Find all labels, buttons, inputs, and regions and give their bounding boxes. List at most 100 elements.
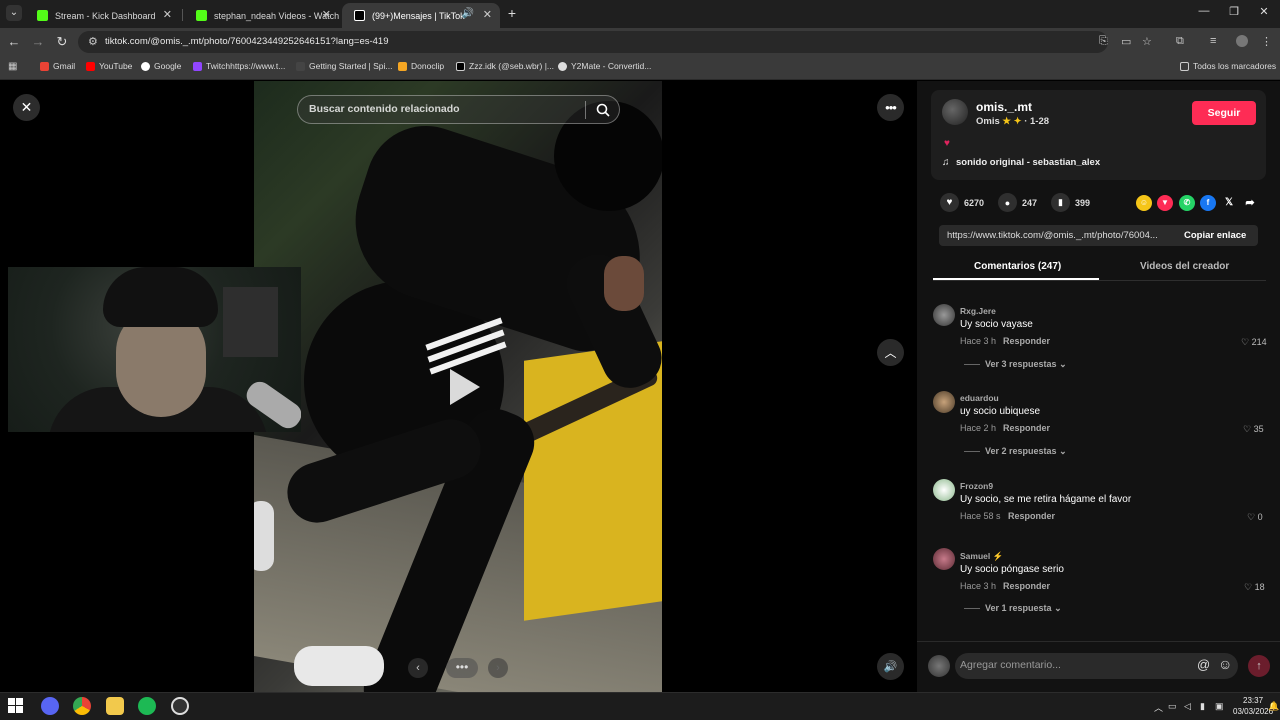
close-icon[interactable]: ✕ [483, 8, 492, 21]
close-icon[interactable]: ✕ [163, 8, 172, 21]
comment-avatar[interactable] [933, 304, 955, 326]
volume-button[interactable]: 🔊 [877, 653, 904, 680]
reload-icon[interactable]: ↻ [54, 34, 70, 50]
extensions-icon[interactable]: ⧉ [1176, 35, 1184, 48]
search-icon[interactable] [595, 102, 611, 118]
tab-stephan-videos[interactable]: stephan_ndeah Videos - Watch ✕ [184, 3, 339, 28]
sound-link[interactable]: sonido original - sebastian_alex [956, 157, 1100, 168]
comment-like-button[interactable]: ♡ 0 [1247, 512, 1263, 523]
x-icon[interactable]: 𝕏 [1221, 195, 1237, 211]
bookmark-spicetify[interactable]: Getting Started | Spi... [296, 61, 392, 71]
bookmark-star-icon[interactable]: ☆ [1142, 35, 1152, 48]
new-tab-icon[interactable]: + [504, 5, 520, 21]
back-icon[interactable]: ← [6, 34, 22, 49]
view-replies-button[interactable]: Ver 3 respuestas ⌄ [985, 359, 1067, 370]
view-replies-button[interactable]: Ver 2 respuestas ⌄ [985, 446, 1067, 457]
network-icon[interactable]: ▭ [1168, 701, 1177, 712]
view-replies-label: Ver 1 respuesta [985, 603, 1052, 613]
spotify-icon[interactable] [138, 697, 156, 715]
play-icon[interactable] [440, 365, 484, 409]
related-search-input[interactable]: Buscar contenido relacionado [297, 95, 620, 124]
copy-link-button[interactable]: Copiar enlace [1184, 230, 1246, 241]
comment-avatar[interactable] [933, 548, 955, 570]
bookmark-y2mate[interactable]: Y2Mate - Convertid... [558, 61, 651, 71]
comment-button[interactable]: ● [998, 193, 1017, 212]
profile-avatar[interactable] [1236, 35, 1248, 47]
obs-icon[interactable] [171, 697, 189, 715]
cast-icon[interactable]: ▭ [1121, 35, 1131, 48]
tab-creator-videos[interactable]: Videos del creador [1140, 261, 1229, 272]
media-control-icon[interactable]: ≡ [1210, 35, 1216, 47]
send-share-icon[interactable]: ▼ [1157, 195, 1173, 211]
comment-avatar[interactable] [933, 391, 955, 413]
view-replies-label: Ver 3 respuestas [985, 359, 1057, 369]
translate-icon[interactable]: ⎘ [1099, 35, 1108, 48]
comment-username[interactable]: Frozon9 [960, 481, 993, 491]
window-close-icon[interactable]: ✕ [1256, 5, 1272, 18]
carousel-prev-button[interactable]: ‹ [408, 658, 428, 678]
webcam-overlay [8, 267, 301, 432]
more-options-button[interactable]: ••• [877, 94, 904, 121]
comment-username[interactable]: Rxg.Jere [960, 306, 996, 316]
chrome-icon[interactable] [73, 697, 91, 715]
comment-like-button[interactable]: ♡ 18 [1244, 582, 1265, 593]
send-comment-button[interactable]: ↑ [1248, 655, 1270, 677]
reply-button[interactable]: Responder [1003, 336, 1050, 346]
post-link-text[interactable]: https://www.tiktok.com/@omis._.mt/photo/… [947, 230, 1158, 241]
file-explorer-icon[interactable] [106, 697, 124, 715]
previous-post-button[interactable]: ︿ [877, 339, 904, 366]
reply-button[interactable]: Responder [1003, 581, 1050, 591]
carousel-next-button[interactable]: › [488, 658, 508, 678]
bookmark-gmail[interactable]: Gmail [40, 61, 75, 71]
bookmark-label: Getting Started | Spi... [309, 61, 393, 71]
tray-chevron-up-icon[interactable]: ︿ [1154, 701, 1163, 714]
tab-tiktok-messages[interactable]: (99+)Mensajes | TikTok 🔊 ✕ [342, 3, 500, 28]
audio-playing-icon[interactable]: 🔊 [462, 8, 474, 19]
comment-username[interactable]: Samuel ⚡ [960, 551, 1003, 562]
restore-icon[interactable]: ❐ [1226, 5, 1242, 18]
bookmark-youtube[interactable]: YouTube [86, 61, 132, 71]
clock-time[interactable]: 23:37 [1243, 696, 1263, 705]
display-icon[interactable]: ▣ [1215, 701, 1224, 712]
url-text[interactable]: tiktok.com/@omis._.mt/photo/760042344925… [105, 36, 389, 47]
all-bookmarks[interactable]: Todos los marcadores [1180, 61, 1276, 71]
tab-kick-dashboard[interactable]: Stream - Kick Dashboard ✕ [25, 3, 180, 28]
whatsapp-icon[interactable]: ✆ [1179, 195, 1195, 211]
menu-icon[interactable]: ⋮ [1261, 35, 1272, 48]
emoji-icon[interactable]: ☺ [1218, 656, 1232, 672]
reply-button[interactable]: Responder [1003, 423, 1050, 433]
mention-icon[interactable]: @ [1197, 657, 1210, 672]
comment-avatar[interactable] [933, 479, 955, 501]
discord-icon[interactable] [41, 697, 59, 715]
tab-search-icon[interactable]: ⌄ [6, 5, 22, 21]
author-username[interactable]: omis._.mt [976, 100, 1032, 114]
page-icon [296, 62, 305, 71]
facebook-icon[interactable]: f [1200, 195, 1216, 211]
embed-share-icon[interactable]: ☺ [1136, 195, 1152, 211]
comment-like-button[interactable]: ♡ 214 [1241, 337, 1267, 348]
bookmark-twitch[interactable]: Twitchhttps://www.t... [193, 61, 285, 71]
reply-button[interactable]: Responder [1008, 511, 1055, 521]
apps-grid-icon[interactable]: ▦ [8, 61, 17, 72]
mic-icon[interactable]: ▮ [1200, 701, 1205, 712]
follow-button[interactable]: Seguir [1192, 101, 1256, 125]
minimize-icon[interactable]: — [1196, 5, 1212, 17]
speaker-icon[interactable]: ◁ [1184, 701, 1191, 712]
close-viewer-button[interactable]: ✕ [13, 94, 40, 121]
notification-icon[interactable]: 🔔 [1268, 701, 1279, 712]
save-button[interactable]: ▮ [1051, 193, 1070, 212]
bookmark-donoclip[interactable]: Donoclip [398, 61, 444, 71]
view-replies-button[interactable]: Ver 1 respuesta ⌄ [985, 603, 1062, 614]
site-info-icon[interactable]: ⚙ [88, 35, 98, 48]
forward-icon[interactable]: → [30, 34, 46, 49]
tab-comments[interactable]: Comentarios (247) [974, 261, 1061, 272]
comment-username[interactable]: eduardou [960, 393, 999, 403]
close-icon[interactable]: ✕ [322, 8, 331, 21]
bookmark-google[interactable]: Google [141, 61, 181, 71]
share-arrow-icon[interactable]: ➦ [1242, 195, 1258, 211]
windows-start-icon[interactable] [8, 698, 23, 713]
comment-like-button[interactable]: ♡ 35 [1243, 424, 1264, 435]
like-button[interactable]: ♥ [940, 193, 959, 212]
bookmark-tiktok-zzz[interactable]: Zzz.idk (@seb.wbr) |... [456, 61, 554, 71]
author-avatar[interactable] [942, 99, 968, 125]
